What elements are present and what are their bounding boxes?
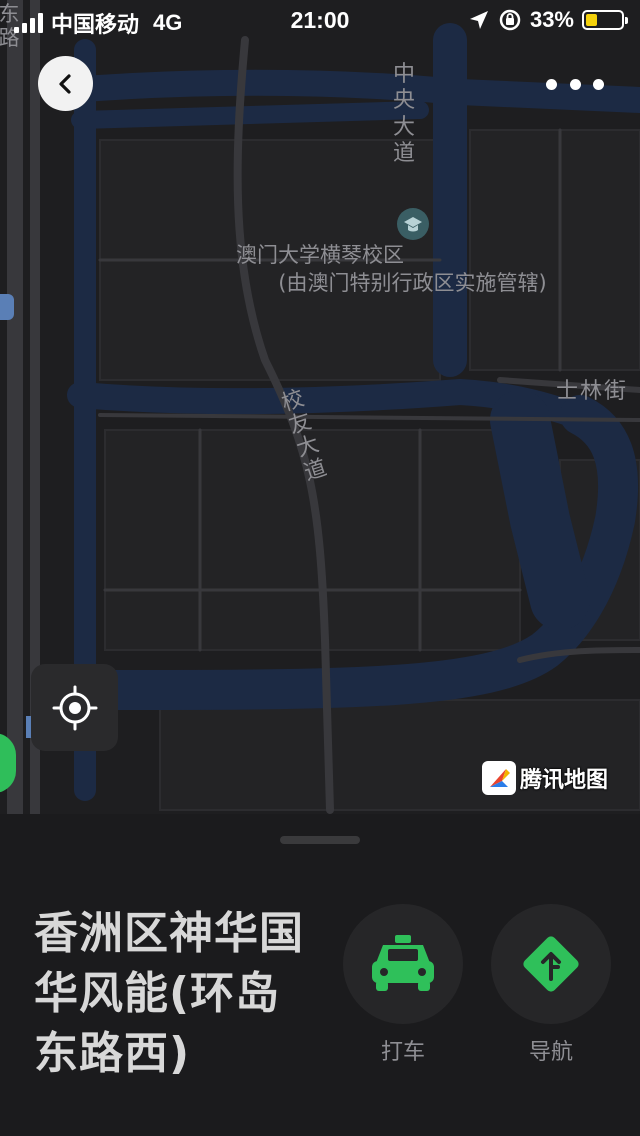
rotation-lock-icon: [499, 9, 521, 31]
back-icon: [58, 73, 71, 94]
more-icon: [546, 78, 557, 90]
more-button[interactable]: [546, 70, 604, 98]
bus-stop-icon[interactable]: [0, 294, 14, 320]
status-bar: 中国移动 4G 21:00 33%: [0, 0, 640, 40]
road-label-zhongyang: 中央大道: [392, 62, 415, 167]
locate-button[interactable]: [31, 664, 118, 751]
campus-icon[interactable]: [397, 208, 429, 240]
place-sheet[interactable]: 香洲区神华国华风能(环岛东路西) 打车 导航: [0, 814, 640, 1136]
attribution-text: 腾讯地图: [520, 768, 609, 793]
tencent-map-logo: [482, 761, 516, 795]
place-name: 香洲区神华国华风能(环岛东路西): [34, 908, 304, 1079]
taxi-button[interactable]: 打车: [343, 904, 463, 1066]
battery-icon: [582, 10, 628, 30]
campus-name-label[interactable]: 澳门大学横琴校区: [0, 245, 640, 266]
battery-fill: [586, 14, 598, 26]
taxi-icon: [372, 935, 434, 991]
campus-note-label: (由澳门特别行政区实施管辖): [278, 271, 547, 295]
navigate-button[interactable]: 导航: [491, 904, 611, 1066]
locate-icon: [52, 685, 97, 730]
back-button[interactable]: [38, 56, 93, 111]
navigate-label: 导航: [528, 1040, 573, 1065]
battery-percent: 33%: [529, 7, 574, 32]
road-label-shilin: 士林街: [556, 379, 629, 404]
location-arrow-icon: [469, 11, 488, 29]
taxi-label: 打车: [380, 1040, 425, 1065]
map-attribution: 腾讯地图: [482, 761, 608, 795]
sheet-handle[interactable]: [280, 836, 360, 844]
navigate-icon: [523, 936, 579, 992]
